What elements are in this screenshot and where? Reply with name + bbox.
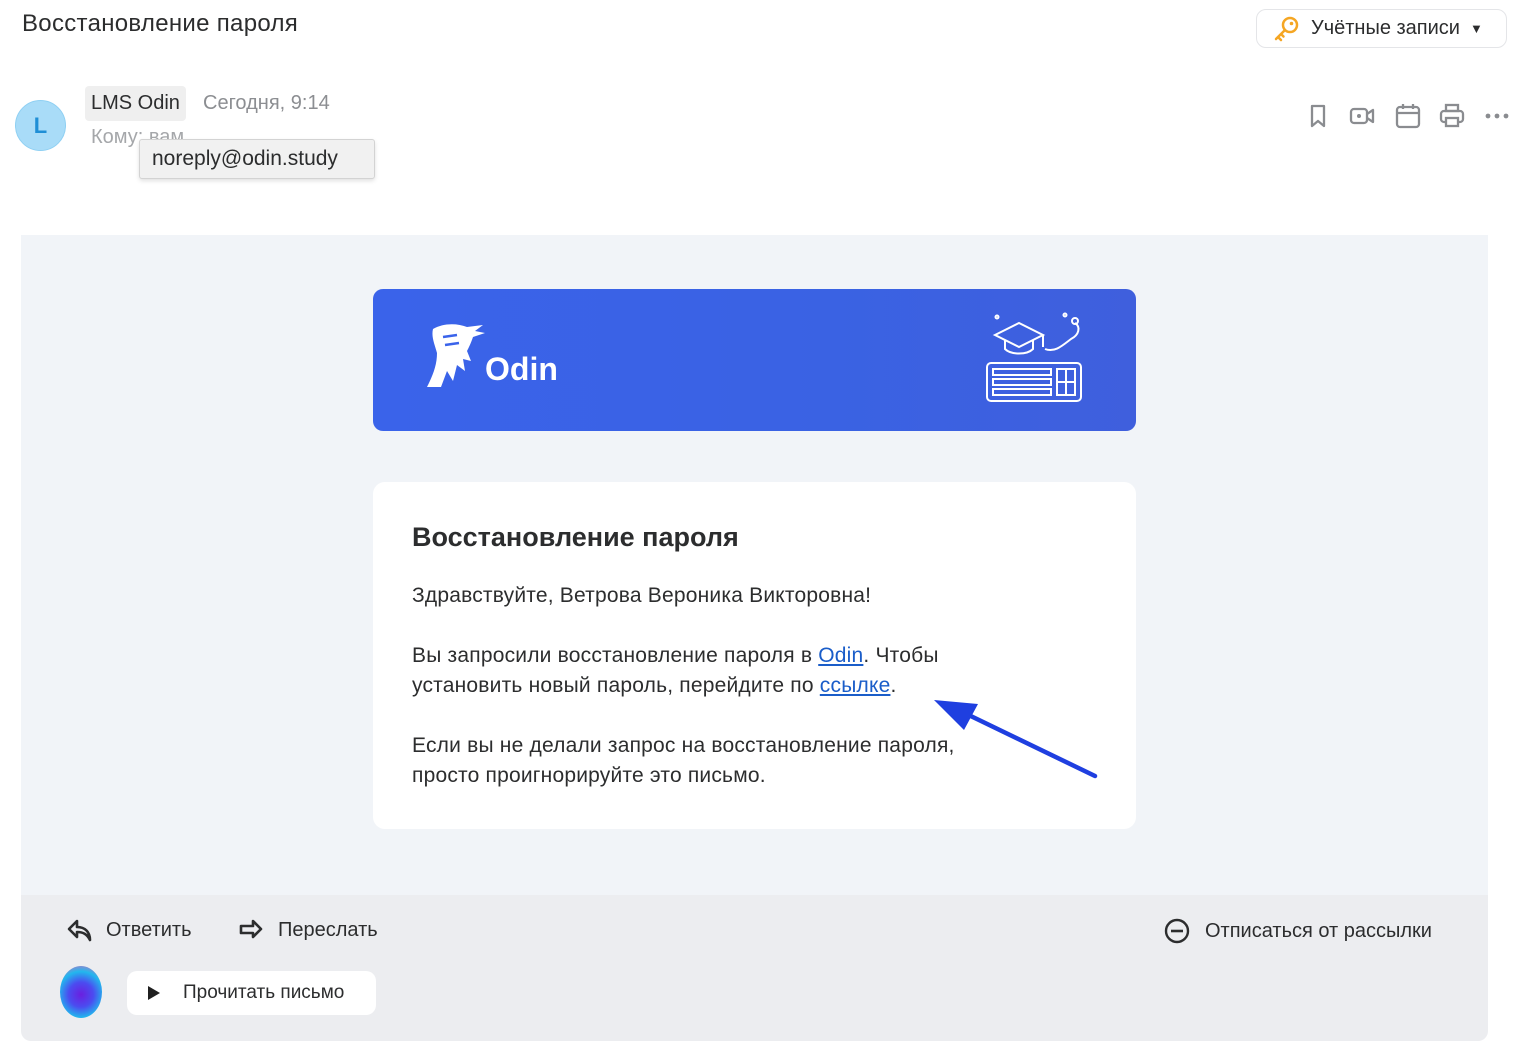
unsubscribe-label: Отписаться от рассылки <box>1205 919 1432 942</box>
email-banner: Odin <box>373 289 1136 431</box>
reply-label: Ответить <box>106 918 192 941</box>
forward-label: Переслать <box>278 918 378 941</box>
mail-subject: Восстановление пароля <box>22 10 299 37</box>
video-icon[interactable] <box>1348 102 1376 130</box>
reply-button[interactable]: Ответить <box>66 916 192 944</box>
print-icon[interactable] <box>1438 102 1466 130</box>
sender-email-tooltip: noreply@odin.study <box>139 139 375 179</box>
forward-icon <box>239 919 263 939</box>
bookmark-icon[interactable] <box>1304 102 1332 130</box>
more-icon[interactable] <box>1483 102 1511 130</box>
play-icon <box>148 986 160 1000</box>
key-icon <box>1274 16 1299 41</box>
greeting-text: Здравствуйте, Ветрова Вероника Викторовн… <box>412 584 872 607</box>
ignore-paragraph: Если вы не делали запрос на восстановлен… <box>412 731 955 791</box>
reset-link[interactable]: ссылке <box>820 674 891 697</box>
brand-name: Odin <box>485 351 558 387</box>
scrollbar[interactable] <box>1528 0 1540 1054</box>
graduation-keyboard-icon <box>986 312 1082 402</box>
accounts-button[interactable]: Учётные записи ▼ <box>1256 9 1507 48</box>
reset-text-2: . Чтобы <box>863 644 939 667</box>
odin-logo-icon <box>427 324 485 387</box>
accounts-label: Учётные записи <box>1311 17 1460 39</box>
card-title: Восстановление пароля <box>412 522 739 552</box>
calendar-icon[interactable] <box>1394 102 1422 130</box>
unsubscribe-button[interactable]: Отписаться от рассылки <box>1163 916 1432 946</box>
read-aloud-button[interactable]: Прочитать письмо <box>127 971 376 1015</box>
reset-text-1: Вы запросили восстановление пароля в <box>412 644 819 667</box>
ignore-text-1: Если вы не делали запрос на восстановлен… <box>412 734 955 757</box>
message-date: Сегодня, 9:14 <box>203 92 330 114</box>
sender-avatar[interactable]: L <box>15 100 66 151</box>
reset-paragraph: Вы запросили восстановление пароля в Odi… <box>412 641 939 701</box>
reply-icon <box>67 919 92 942</box>
reset-text-3: установить новый пароль, перейдите по <box>412 674 820 697</box>
forward-button[interactable]: Переслать <box>236 916 378 944</box>
assistant-orb-icon[interactable] <box>60 966 102 1018</box>
read-aloud-label: Прочитать письмо <box>183 982 345 1003</box>
annotation-arrow <box>934 700 1098 779</box>
sender-name[interactable]: LMS Odin <box>85 86 186 121</box>
chevron-down-icon: ▼ <box>1469 21 1483 36</box>
minus-circle-icon <box>1164 918 1190 944</box>
reset-text-4: . <box>890 674 897 697</box>
ignore-text-2: просто проигнорируйте это письмо. <box>412 764 766 787</box>
odin-link[interactable]: Odin <box>818 644 863 667</box>
